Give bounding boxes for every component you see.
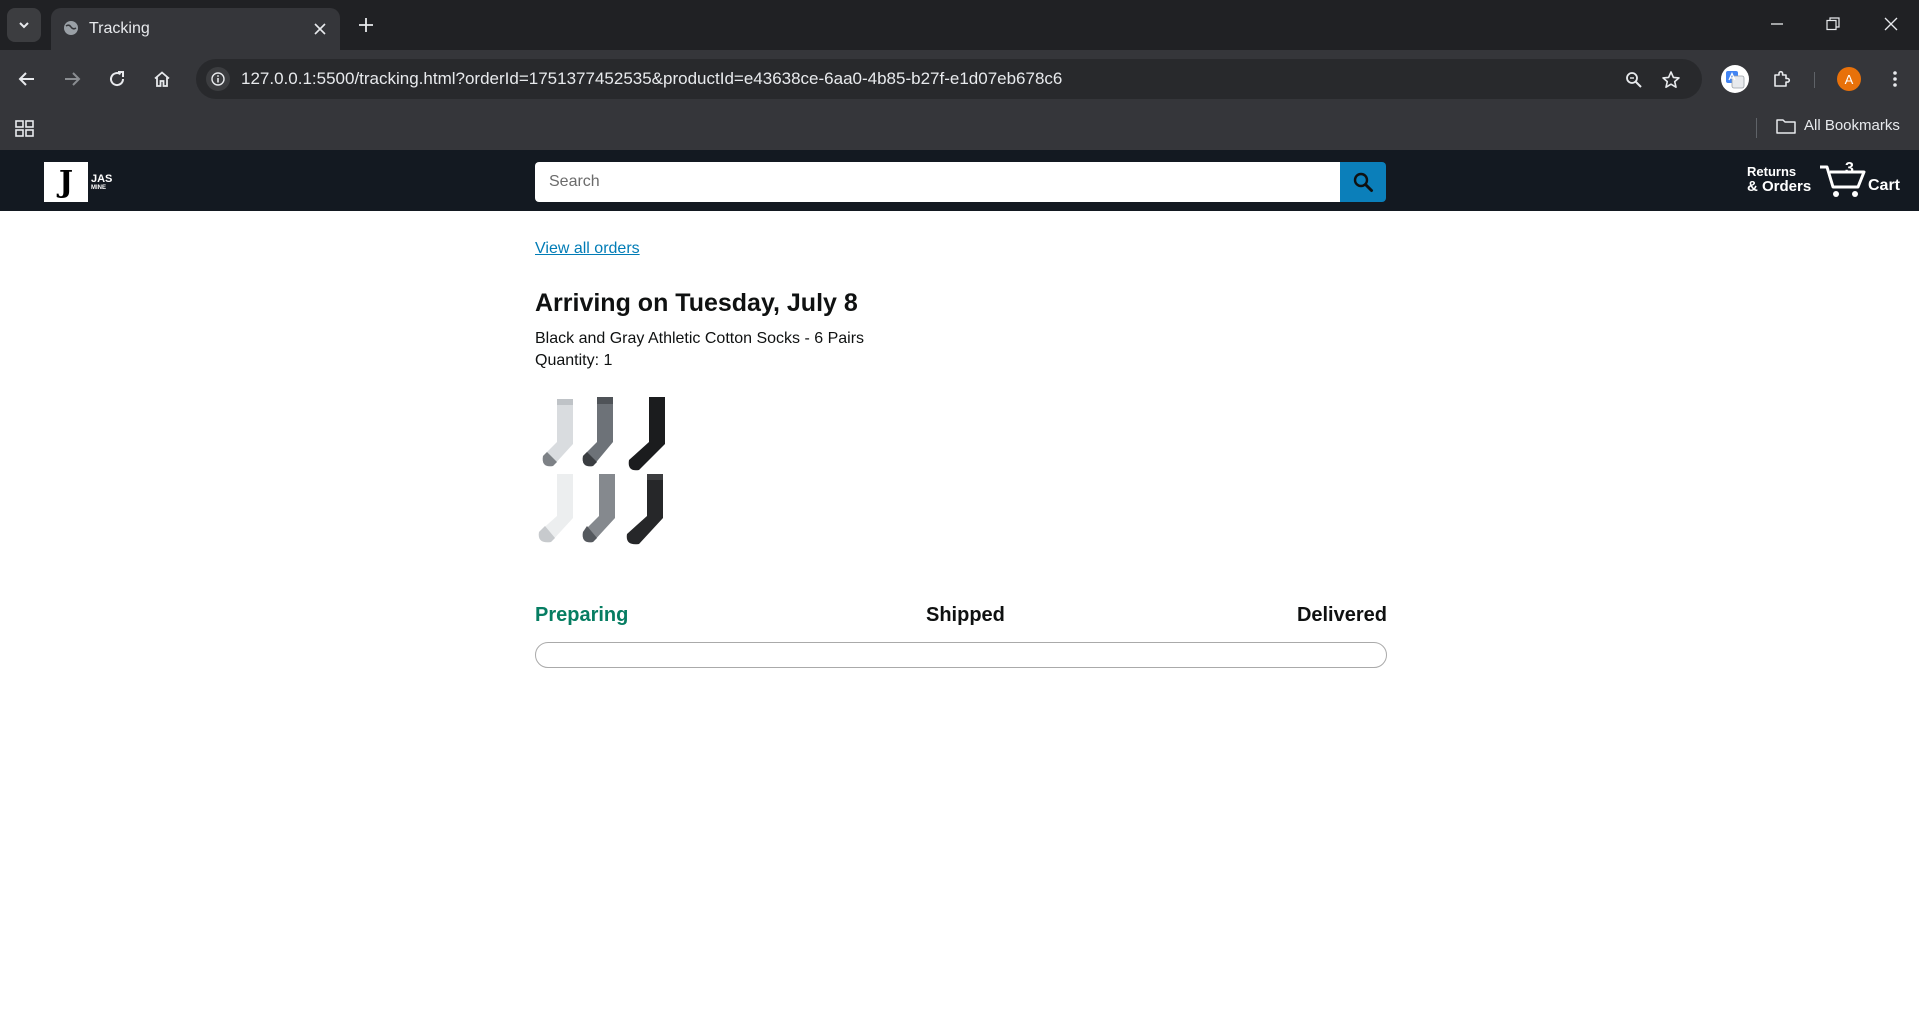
plus-icon bbox=[359, 18, 373, 32]
cart-quantity: 3 bbox=[1845, 160, 1854, 177]
site-logo[interactable]: J JAS MINE bbox=[44, 162, 112, 202]
progress-labels: Preparing Shipped Delivered bbox=[535, 604, 1387, 630]
back-button[interactable] bbox=[12, 64, 42, 94]
home-button[interactable] bbox=[147, 64, 177, 94]
browser-toolbar: 127.0.0.1:5500/tracking.html?orderId=175… bbox=[0, 50, 1919, 108]
sock-top-1 bbox=[542, 399, 573, 467]
browser-tab-bar: Tracking bbox=[0, 0, 1919, 50]
restore-button[interactable] bbox=[1815, 10, 1851, 38]
reload-icon bbox=[110, 71, 125, 87]
translate-icon bbox=[1721, 65, 1749, 93]
chevron-down-icon bbox=[19, 22, 29, 29]
close-tab-icon[interactable] bbox=[309, 18, 331, 40]
search-input[interactable] bbox=[535, 162, 1340, 202]
arrow-right-icon bbox=[65, 72, 81, 86]
url-text[interactable]: 127.0.0.1:5500/tracking.html?orderId=175… bbox=[241, 69, 1062, 89]
home-icon bbox=[154, 71, 170, 87]
sock-top-3 bbox=[628, 397, 665, 471]
stage-delivered: Delivered bbox=[1296, 604, 1387, 626]
apps-grid-icon[interactable] bbox=[13, 117, 37, 141]
new-tab-button[interactable] bbox=[353, 12, 379, 38]
close-icon bbox=[1884, 17, 1898, 31]
bookmarks-divider bbox=[1756, 118, 1757, 138]
forward-button[interactable] bbox=[57, 64, 87, 94]
returns-orders-link[interactable]: Returns & Orders bbox=[1747, 164, 1812, 196]
product-image bbox=[538, 397, 665, 545]
logo-line-1: JAS bbox=[91, 172, 113, 185]
profile-button[interactable]: A bbox=[1834, 64, 1864, 94]
google-translate-extension[interactable] bbox=[1720, 64, 1750, 94]
logo-mark: J bbox=[44, 162, 88, 202]
minimize-button[interactable] bbox=[1759, 10, 1795, 38]
toolbar-divider bbox=[1814, 72, 1815, 88]
logo-line-2: MINE bbox=[91, 184, 106, 191]
bookmark-star-icon[interactable] bbox=[1659, 68, 1683, 92]
logo-wordmark: JAS MINE bbox=[91, 172, 113, 191]
sock-top-2 bbox=[582, 397, 613, 467]
search-button[interactable] bbox=[1340, 162, 1386, 202]
orders-label: & Orders bbox=[1747, 178, 1812, 196]
reload-button[interactable] bbox=[102, 64, 132, 94]
kebab-menu-icon bbox=[1893, 71, 1897, 87]
delivery-date: Arriving on Tuesday, July 8 bbox=[535, 289, 858, 317]
stage-shipped: Shipped bbox=[926, 604, 1005, 626]
close-window-button[interactable] bbox=[1873, 10, 1909, 38]
browser-menu-button[interactable] bbox=[1880, 64, 1910, 94]
cart-link[interactable]: 3 Cart bbox=[1818, 159, 1908, 203]
search-bar bbox=[535, 162, 1386, 202]
cart-label: Cart bbox=[1868, 177, 1901, 194]
site-info-icon[interactable] bbox=[206, 67, 230, 91]
minimize-icon bbox=[1771, 23, 1783, 25]
zoom-icon[interactable] bbox=[1622, 68, 1646, 92]
search-icon bbox=[1353, 172, 1373, 192]
active-tab[interactable]: Tracking bbox=[51, 8, 340, 50]
folder-icon bbox=[1776, 118, 1796, 134]
all-bookmarks-button[interactable]: All Bookmarks bbox=[1776, 117, 1900, 134]
tab-search-button[interactable] bbox=[7, 8, 41, 42]
sock-bottom-3 bbox=[626, 474, 663, 545]
cart-icon bbox=[1820, 165, 1866, 197]
address-bar[interactable]: 127.0.0.1:5500/tracking.html?orderId=175… bbox=[196, 59, 1702, 99]
globe-icon bbox=[64, 21, 78, 35]
avatar: A bbox=[1837, 67, 1861, 91]
progress-bar bbox=[535, 642, 1387, 668]
restore-icon bbox=[1826, 17, 1840, 31]
extensions-button[interactable] bbox=[1767, 64, 1797, 94]
site-header: J JAS MINE Returns & Orders 3 Cart bbox=[0, 150, 1919, 211]
arrow-left-icon bbox=[18, 72, 34, 86]
sock-bottom-2 bbox=[582, 474, 615, 543]
product-name: Black and Gray Athletic Cotton Socks - 6… bbox=[535, 330, 865, 347]
stage-preparing: Preparing bbox=[535, 604, 629, 626]
all-bookmarks-label: All Bookmarks bbox=[1804, 117, 1900, 134]
tab-title: Tracking bbox=[89, 20, 150, 37]
bookmarks-bar: All Bookmarks bbox=[0, 108, 1919, 150]
sock-bottom-1 bbox=[538, 474, 573, 543]
puzzle-icon bbox=[1774, 70, 1791, 87]
returns-label: Returns bbox=[1747, 164, 1797, 179]
view-all-orders-link[interactable]: View all orders bbox=[535, 240, 640, 258]
product-quantity: Quantity: 1 bbox=[535, 352, 613, 369]
